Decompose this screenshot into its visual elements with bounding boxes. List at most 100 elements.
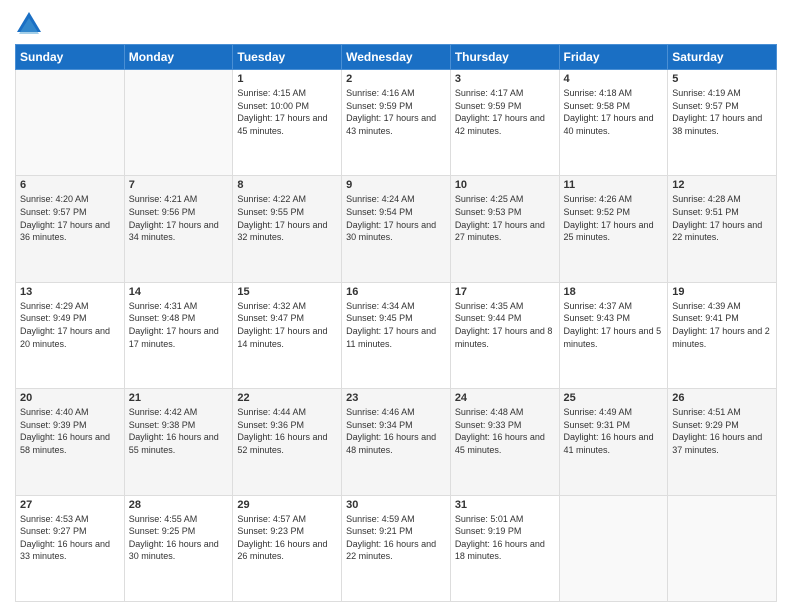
calendar-cell: 29 Sunrise: 4:57 AM Sunset: 9:23 PM Dayli… [233, 495, 342, 601]
day-number: 28 [129, 499, 229, 511]
calendar-cell [16, 70, 125, 176]
calendar-cell: 24Sunrise: 4:48 AM Sunset: 9:33 PM Dayli… [450, 389, 559, 495]
day-number: 11 [564, 179, 664, 191]
calendar-cell: 12 Sunrise: 4:28 AM Sunset: 9:51 PM Dayli… [668, 176, 777, 282]
day-info: Sunrise: 4:34 AM Sunset: 9:45 PM Dayligh… [346, 300, 446, 350]
day-info: Sunrise: 4:22 AM Sunset: 9:55 PM Dayligh… [237, 193, 337, 243]
calendar-table: SundayMondayTuesdayWednesdayThursdayFrid… [15, 44, 777, 602]
calendar-cell: 28 Sunrise: 4:55 AM Sunset: 9:25 PM Dayli… [124, 495, 233, 601]
day-info: Sunrise: 4:39 AM Sunset: 9:41 PM Dayligh… [672, 300, 772, 350]
day-number: 22 [237, 392, 337, 404]
calendar-cell: 11 Sunrise: 4:26 AM Sunset: 9:52 PM Dayli… [559, 176, 668, 282]
calendar-cell: 15 Sunrise: 4:32 AM Sunset: 9:47 PM Dayli… [233, 282, 342, 388]
day-number: 12 [672, 179, 772, 191]
calendar-cell: 6 Sunrise: 4:20 AM Sunset: 9:57 PM Daylig… [16, 176, 125, 282]
calendar-cell: 2 Sunrise: 4:16 AM Sunset: 9:59 PM Daylig… [342, 70, 451, 176]
calendar-cell: 25Sunrise: 4:49 AM Sunset: 9:31 PM Dayli… [559, 389, 668, 495]
calendar-cell: 10 Sunrise: 4:25 AM Sunset: 9:53 PM Dayli… [450, 176, 559, 282]
calendar-cell: 9 Sunrise: 4:24 AM Sunset: 9:54 PM Daylig… [342, 176, 451, 282]
day-number: 10 [455, 179, 555, 191]
day-info: Sunrise: 4:17 AM Sunset: 9:59 PM Dayligh… [455, 87, 555, 137]
day-number: 19 [672, 286, 772, 298]
calendar-cell [559, 495, 668, 601]
day-number: 15 [237, 286, 337, 298]
day-number: 23 [346, 392, 446, 404]
calendar-cell: 27Sunrise: 4:53 AM Sunset: 9:27 PM Dayli… [16, 495, 125, 601]
day-number: 6 [20, 179, 120, 191]
day-info: Sunrise: 4:51 AM Sunset: 9:29 PM Dayligh… [672, 406, 772, 456]
day-info: Sunrise: 4:32 AM Sunset: 9:47 PM Dayligh… [237, 300, 337, 350]
header-friday: Friday [559, 45, 668, 70]
day-info: Sunrise: 4:16 AM Sunset: 9:59 PM Dayligh… [346, 87, 446, 137]
day-number: 26 [672, 392, 772, 404]
calendar-cell [668, 495, 777, 601]
day-info: Sunrise: 4:18 AM Sunset: 9:58 PM Dayligh… [564, 87, 664, 137]
day-info: Sunrise: 5:01 AM Sunset: 9:19 PM Dayligh… [455, 513, 555, 563]
week-row-4: 20 Sunrise: 4:40 AM Sunset: 9:39 PM Dayli… [16, 389, 777, 495]
day-number: 9 [346, 179, 446, 191]
header-tuesday: Tuesday [233, 45, 342, 70]
day-number: 31 [455, 499, 555, 511]
day-info: Sunrise: 4:28 AM Sunset: 9:51 PM Dayligh… [672, 193, 772, 243]
calendar-cell: 22 Sunrise: 4:44 AM Sunset: 9:36 PM Dayli… [233, 389, 342, 495]
calendar-cell: 30 Sunrise: 4:59 AM Sunset: 9:21 PM Dayli… [342, 495, 451, 601]
day-number: 3 [455, 73, 555, 85]
calendar-cell: 17 Sunrise: 4:35 AM Sunset: 9:44 PM Dayli… [450, 282, 559, 388]
logo-icon [15, 10, 43, 38]
day-info: Sunrise: 4:55 AM Sunset: 9:25 PM Dayligh… [129, 513, 229, 563]
calendar-cell [124, 70, 233, 176]
week-row-5: 27Sunrise: 4:53 AM Sunset: 9:27 PM Dayli… [16, 495, 777, 601]
day-number: 29 [237, 499, 337, 511]
calendar-cell: 19 Sunrise: 4:39 AM Sunset: 9:41 PM Dayli… [668, 282, 777, 388]
calendar-cell: 8 Sunrise: 4:22 AM Sunset: 9:55 PM Daylig… [233, 176, 342, 282]
day-info: Sunrise: 4:37 AM Sunset: 9:43 PM Dayligh… [564, 300, 664, 350]
day-number: 2 [346, 73, 446, 85]
calendar-cell: 23 Sunrise: 4:46 AM Sunset: 9:34 PM Dayli… [342, 389, 451, 495]
day-info: Sunrise: 4:40 AM Sunset: 9:39 PM Dayligh… [20, 406, 120, 456]
calendar-cell: 21 Sunrise: 4:42 AM Sunset: 9:38 PM Dayli… [124, 389, 233, 495]
calendar-cell: 16Sunrise: 4:34 AM Sunset: 9:45 PM Dayli… [342, 282, 451, 388]
calendar-cell: 31 Sunrise: 5:01 AM Sunset: 9:19 PM Dayli… [450, 495, 559, 601]
calendar-cell: 26 Sunrise: 4:51 AM Sunset: 9:29 PM Dayli… [668, 389, 777, 495]
day-number: 7 [129, 179, 229, 191]
day-info: Sunrise: 4:19 AM Sunset: 9:57 PM Dayligh… [672, 87, 772, 137]
day-info: Sunrise: 4:57 AM Sunset: 9:23 PM Dayligh… [237, 513, 337, 563]
day-number: 21 [129, 392, 229, 404]
header-sunday: Sunday [16, 45, 125, 70]
calendar-cell: 20 Sunrise: 4:40 AM Sunset: 9:39 PM Dayli… [16, 389, 125, 495]
header-saturday: Saturday [668, 45, 777, 70]
day-number: 8 [237, 179, 337, 191]
week-row-1: 1 Sunrise: 4:15 AM Sunset: 10:00 PM Dayli… [16, 70, 777, 176]
day-info: Sunrise: 4:44 AM Sunset: 9:36 PM Dayligh… [237, 406, 337, 456]
day-number: 1 [237, 73, 337, 85]
day-number: 25 [564, 392, 664, 404]
calendar-cell: 5 Sunrise: 4:19 AM Sunset: 9:57 PM Daylig… [668, 70, 777, 176]
day-info: Sunrise: 4:21 AM Sunset: 9:56 PM Dayligh… [129, 193, 229, 243]
logo [15, 10, 47, 38]
day-number: 14 [129, 286, 229, 298]
day-number: 20 [20, 392, 120, 404]
day-info: Sunrise: 4:59 AM Sunset: 9:21 PM Dayligh… [346, 513, 446, 563]
day-info: Sunrise: 4:25 AM Sunset: 9:53 PM Dayligh… [455, 193, 555, 243]
day-number: 18 [564, 286, 664, 298]
week-row-2: 6 Sunrise: 4:20 AM Sunset: 9:57 PM Daylig… [16, 176, 777, 282]
day-info: Sunrise: 4:35 AM Sunset: 9:44 PM Dayligh… [455, 300, 555, 350]
header [15, 10, 777, 38]
day-info: Sunrise: 4:31 AM Sunset: 9:48 PM Dayligh… [129, 300, 229, 350]
week-row-3: 13Sunrise: 4:29 AM Sunset: 9:49 PM Dayli… [16, 282, 777, 388]
day-info: Sunrise: 4:26 AM Sunset: 9:52 PM Dayligh… [564, 193, 664, 243]
day-info: Sunrise: 4:48 AM Sunset: 9:33 PM Dayligh… [455, 406, 555, 456]
day-info: Sunrise: 4:42 AM Sunset: 9:38 PM Dayligh… [129, 406, 229, 456]
day-number: 17 [455, 286, 555, 298]
day-info: Sunrise: 4:20 AM Sunset: 9:57 PM Dayligh… [20, 193, 120, 243]
calendar-header-row: SundayMondayTuesdayWednesdayThursdayFrid… [16, 45, 777, 70]
day-number: 4 [564, 73, 664, 85]
day-number: 5 [672, 73, 772, 85]
calendar-cell: 14 Sunrise: 4:31 AM Sunset: 9:48 PM Dayli… [124, 282, 233, 388]
day-info: Sunrise: 4:53 AM Sunset: 9:27 PM Dayligh… [20, 513, 120, 563]
day-number: 30 [346, 499, 446, 511]
day-info: Sunrise: 4:24 AM Sunset: 9:54 PM Dayligh… [346, 193, 446, 243]
page: SundayMondayTuesdayWednesdayThursdayFrid… [0, 0, 792, 612]
day-info: Sunrise: 4:46 AM Sunset: 9:34 PM Dayligh… [346, 406, 446, 456]
day-info: Sunrise: 4:15 AM Sunset: 10:00 PM Daylig… [237, 87, 337, 137]
